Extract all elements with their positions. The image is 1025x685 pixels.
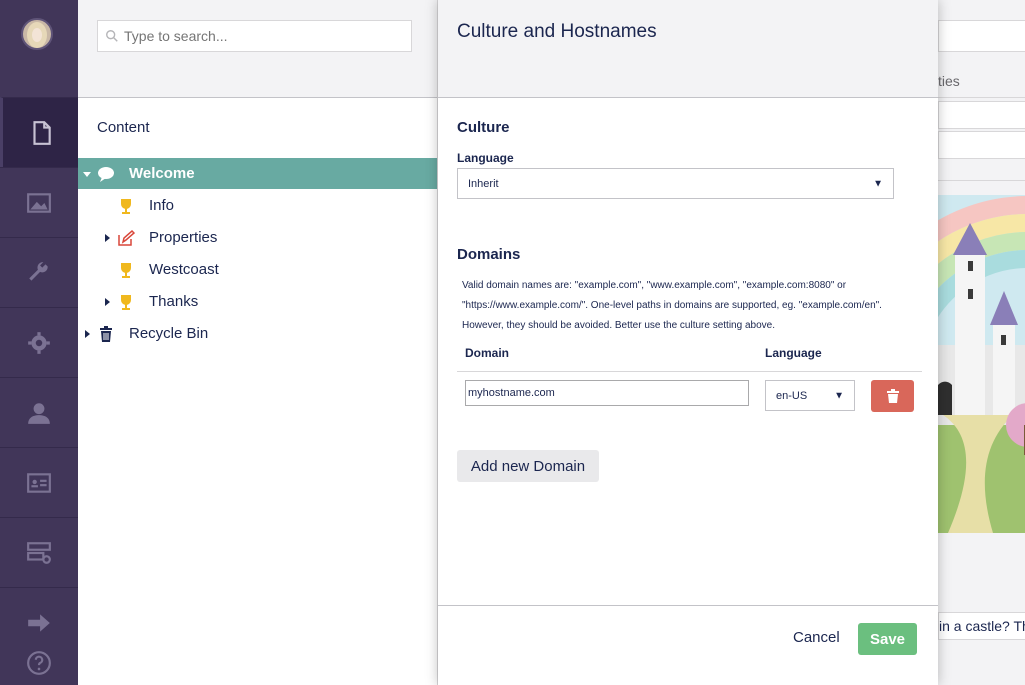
tree-header — [78, 0, 437, 98]
divider — [938, 97, 1025, 98]
trash-icon — [100, 325, 112, 342]
property-field[interactable] — [938, 101, 1025, 129]
table-divider — [457, 371, 922, 372]
avatar[interactable] — [21, 18, 53, 50]
property-field[interactable] — [938, 131, 1025, 159]
media-icon — [27, 192, 51, 213]
search-input[interactable] — [124, 28, 394, 44]
content-tree-panel: Content Welcome Info Properties Westcoas… — [78, 0, 438, 685]
castle-image — [938, 195, 1025, 533]
divider — [938, 180, 1025, 181]
tree-item-thanks[interactable]: Thanks — [78, 286, 437, 317]
edit-icon — [118, 229, 135, 246]
culture-language-select[interactable]: Inherit ▼ — [457, 168, 894, 199]
developer-section-button[interactable] — [0, 307, 78, 377]
dialog-title: Culture and Hostnames — [457, 21, 657, 42]
app-section-nav — [0, 0, 78, 685]
content-section-button[interactable] — [0, 97, 78, 167]
tree-item-label: Thanks — [149, 293, 199, 310]
column-header-language: Language — [765, 346, 822, 360]
speech-bubble-icon — [98, 166, 114, 182]
users-section-button[interactable] — [0, 377, 78, 447]
tree-item-westcoast[interactable]: Westcoast — [78, 254, 437, 285]
tree-section-title: Content — [97, 119, 150, 136]
domains-section-title: Domains — [457, 246, 521, 263]
cancel-button[interactable]: Cancel — [793, 629, 840, 646]
wrench-icon — [29, 261, 48, 281]
save-button[interactable]: Save — [858, 623, 917, 655]
logout-button[interactable] — [0, 587, 78, 657]
help-icon — [27, 651, 51, 675]
trophy-icon — [121, 198, 131, 214]
select-value: en-US — [776, 389, 808, 402]
tree-item-recycle-bin[interactable]: Recycle Bin — [78, 318, 437, 349]
add-new-domain-button[interactable]: Add new Domain — [457, 450, 599, 482]
culture-section-title: Culture — [457, 119, 510, 136]
caret-right-icon[interactable] — [103, 233, 111, 242]
castle-illustration — [938, 195, 1025, 533]
id-card-icon — [27, 472, 51, 493]
trash-icon — [886, 389, 899, 403]
background-editor: ties in a castle? Th — [938, 0, 1025, 685]
tree-item-label: Properties — [149, 229, 218, 246]
trophy-icon — [121, 262, 131, 278]
domains-help-text: Valid domain names are: "example.com", "… — [462, 280, 882, 331]
dialog-footer: Cancel Save — [438, 605, 938, 685]
node-name-input[interactable] — [938, 20, 1025, 52]
tree-item-properties[interactable]: Properties — [78, 222, 437, 253]
user-icon — [28, 402, 50, 424]
media-section-button[interactable] — [0, 167, 78, 237]
language-label: Language — [457, 151, 514, 165]
culture-hostnames-dialog: Culture and Hostnames Culture Language I… — [438, 0, 938, 685]
tree-item-info[interactable]: Info — [78, 190, 437, 221]
caret-right-icon[interactable] — [103, 297, 111, 306]
help-button[interactable] — [0, 648, 78, 678]
forms-section-button[interactable] — [0, 517, 78, 587]
domain-input[interactable]: myhostname.com — [465, 380, 749, 406]
form-icon — [27, 541, 51, 564]
tree-item-welcome[interactable]: Welcome — [78, 158, 437, 189]
tree-item-label: Welcome — [129, 165, 195, 182]
domain-language-select[interactable]: en-US ▼ — [765, 380, 855, 411]
search-icon — [106, 30, 118, 42]
document-icon — [32, 120, 51, 145]
settings-section-button[interactable] — [0, 237, 78, 307]
tree-item-label: Westcoast — [149, 261, 219, 278]
caret-right-icon[interactable] — [83, 329, 91, 338]
caret-down-icon[interactable] — [83, 170, 91, 178]
search-box[interactable] — [97, 20, 412, 52]
tab-properties[interactable]: ties — [938, 73, 960, 89]
dropdown-arrow-icon: ▼ — [834, 390, 844, 401]
members-section-button[interactable] — [0, 447, 78, 517]
arrow-right-icon — [28, 613, 50, 632]
question-field[interactable]: in a castle? Th — [938, 612, 1025, 640]
column-header-domain: Domain — [465, 346, 510, 360]
select-value: Inherit — [468, 177, 499, 190]
gear-icon — [28, 331, 50, 354]
dropdown-arrow-icon: ▼ — [873, 178, 883, 189]
tree-item-label: Recycle Bin — [129, 325, 209, 342]
dialog-header: Culture and Hostnames — [438, 0, 938, 98]
tree-item-label: Info — [149, 197, 175, 214]
trophy-icon — [121, 294, 131, 310]
delete-domain-button[interactable] — [871, 380, 914, 412]
